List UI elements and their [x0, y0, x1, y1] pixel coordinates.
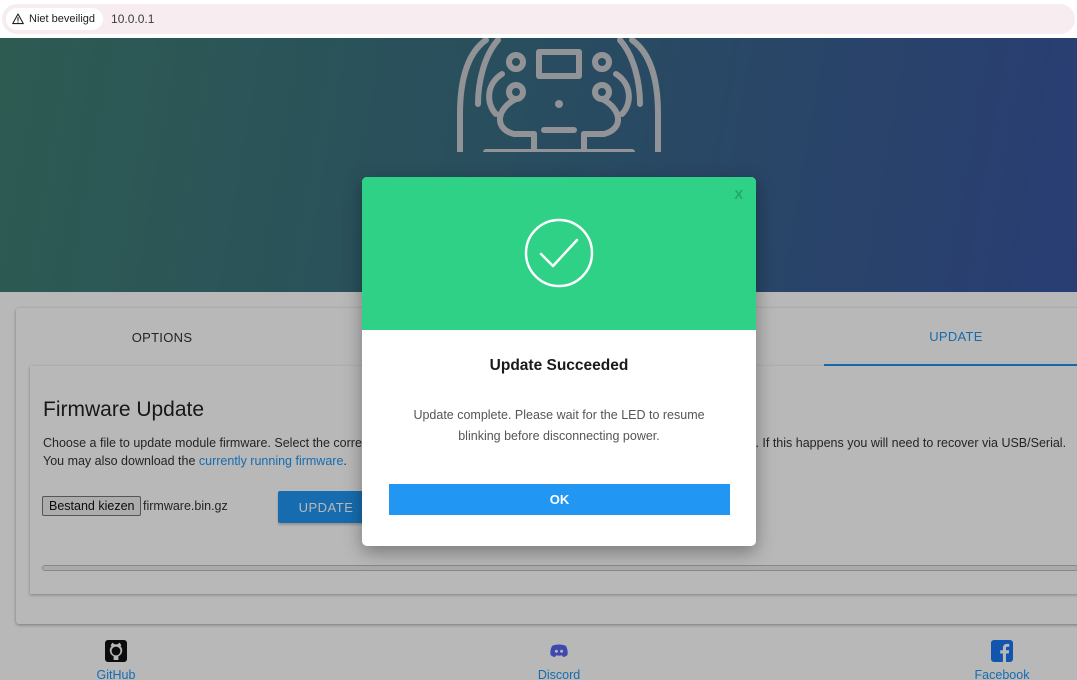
security-label: Niet beveiligd: [29, 13, 96, 25]
check-circle-icon: [524, 218, 594, 288]
dialog-title: Update Succeeded: [489, 357, 629, 374]
omnibox[interactable]: Niet beveiligd 10.0.0.1: [2, 4, 1075, 34]
security-chip[interactable]: Niet beveiligd: [6, 8, 104, 30]
close-button[interactable]: X: [734, 187, 743, 202]
dialog-message: Update complete. Please wait for the LED…: [413, 408, 705, 443]
update-success-dialog: X Update Succeeded Update complete. Plea…: [362, 177, 756, 546]
ok-button[interactable]: OK: [389, 484, 730, 515]
browser-address-bar: Niet beveiligd 10.0.0.1: [0, 0, 1077, 38]
url-text[interactable]: 10.0.0.1: [111, 12, 154, 26]
warning-triangle-icon: [12, 13, 24, 25]
dialog-header: X: [362, 177, 756, 330]
